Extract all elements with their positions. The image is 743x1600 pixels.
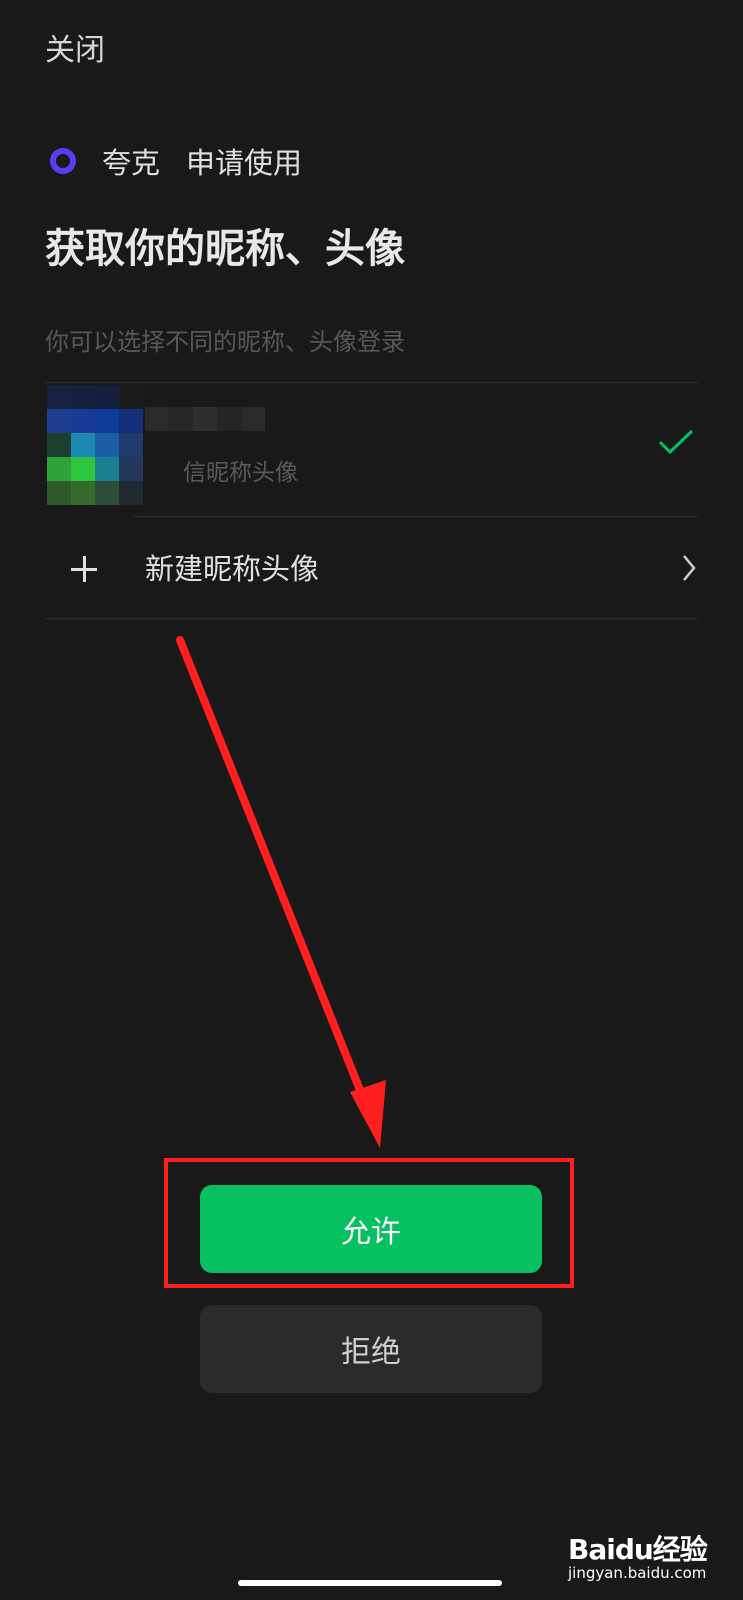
baidu-watermark: Baidu经验 jingyan.baidu.com xyxy=(568,1528,728,1586)
home-indicator[interactable] xyxy=(238,1580,502,1586)
watermark-brand: Baidu经验 xyxy=(568,1533,708,1566)
deny-button[interactable]: 拒绝 xyxy=(200,1305,542,1393)
allow-button[interactable]: 允许 xyxy=(200,1185,542,1273)
watermark-url: jingyan.baidu.com xyxy=(568,1564,707,1582)
